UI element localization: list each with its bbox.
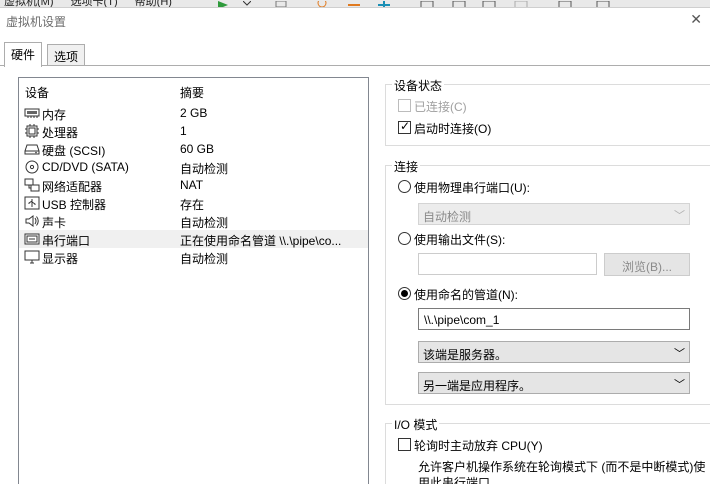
unity-icon[interactable] (482, 0, 496, 7)
device-name: 处理器 (42, 126, 79, 140)
thumbnail-icon[interactable] (596, 0, 610, 7)
io-mode-title: I/O 模式 (392, 416, 440, 433)
fullscreen-icon[interactable] (452, 0, 466, 7)
chevron-down-icon: ﹀ (674, 210, 685, 222)
dialog-titlebar: 虚拟机设置 ✕ (0, 8, 710, 33)
dialog-title: 虚拟机设置 (6, 15, 67, 29)
checkmark-icon: ✓ (400, 119, 411, 133)
pipe-name-value: \\.\pipe\com_1 (424, 313, 500, 327)
device-name: 声卡 (42, 216, 67, 230)
pipe-name-input[interactable]: \\.\pipe\com_1 (418, 308, 690, 330)
cpu-icon (24, 124, 40, 138)
device-name: CD/DVD (SATA) (42, 160, 129, 174)
device-row-memory[interactable]: 内存 2 GB (19, 104, 368, 122)
connection-title: 连接 (392, 158, 421, 175)
tab-hardware[interactable]: 硬件 (4, 42, 43, 67)
usb-icon (24, 196, 40, 210)
physical-port-value: 自动检测 (423, 210, 472, 224)
harddisk-icon (24, 142, 40, 156)
revert-icon[interactable] (316, 0, 327, 7)
device-row-serial-port[interactable]: 串行端口 正在使用命名管道 \\.\pipe\co... (19, 230, 368, 248)
view-icon[interactable] (420, 0, 434, 7)
this-end-value: 该端是服务器。 (423, 348, 508, 362)
dropdown-icon[interactable] (242, 0, 253, 6)
column-device[interactable]: 设备 (25, 84, 49, 101)
device-row-harddisk[interactable]: 硬盘 (SCSI) 60 GB (19, 140, 368, 158)
device-summary: 正在使用命名管道 \\.\pipe\co... (180, 234, 342, 248)
device-row-network-adapter[interactable]: 网络适配器 NAT (19, 176, 368, 194)
device-list-header: 设备 摘要 (19, 78, 368, 100)
close-icon[interactable]: ✕ (690, 11, 702, 28)
device-summary: 自动检测 (180, 252, 229, 266)
yield-cpu-checkbox[interactable] (398, 438, 411, 451)
this-end-select[interactable]: 该端是服务器。 ﹀ (418, 341, 690, 363)
connected-checkbox[interactable] (398, 99, 411, 112)
sound-card-icon (24, 214, 40, 228)
device-name: 显示器 (42, 252, 79, 266)
chevron-down-icon: ﹀ (674, 379, 685, 391)
play-icon[interactable] (216, 0, 228, 7)
manage-snapshots-icon[interactable] (348, 0, 360, 6)
browse-button[interactable]: 浏览(B)... (604, 253, 690, 276)
connected-label: 已连接(C) (414, 100, 467, 114)
device-name: 内存 (42, 108, 67, 122)
device-row-processor[interactable]: 处理器 1 (19, 122, 368, 140)
tab-divider (0, 65, 710, 66)
device-summary: 1 (180, 124, 187, 138)
column-summary[interactable]: 摘要 (180, 84, 204, 101)
device-summary: 60 GB (180, 142, 215, 156)
menu-help[interactable]: 帮助(H) (135, 0, 172, 7)
radio-dot (401, 290, 408, 297)
device-row-cd-dvd[interactable]: CD/DVD (SATA) 自动检测 (19, 158, 368, 176)
device-row-sound-card[interactable]: 声卡 自动检测 (19, 212, 368, 230)
physical-port-radio[interactable] (398, 180, 411, 193)
menu-items: 虚拟机(M) 选项卡(T) 帮助(H) (4, 0, 186, 7)
connection-group: 连接 (385, 158, 710, 405)
memory-icon (24, 106, 40, 120)
output-file-label: 使用输出文件(S): (414, 233, 506, 247)
device-status-title: 设备状态 (392, 77, 445, 94)
network-adapter-icon (24, 178, 40, 192)
snapshot-icon[interactable] (275, 0, 287, 7)
other-end-value: 另一端是应用程序。 (423, 379, 532, 393)
physical-port-select[interactable]: 自动检测 ﹀ (418, 203, 690, 225)
cd-dvd-icon (24, 160, 40, 174)
connect-at-power-on-label: 启动时连接(O) (414, 122, 492, 136)
io-mode-description: 允许客户机操作系统在轮询模式下 (而不是中断模式)使用此串行端口。 (418, 460, 706, 484)
network-icon[interactable] (378, 0, 390, 7)
chevron-down-icon: ﹀ (674, 348, 685, 360)
output-file-radio[interactable] (398, 232, 411, 245)
device-summary: 存在 (180, 198, 205, 212)
device-name: 网络适配器 (42, 180, 103, 194)
serial-port-icon (24, 232, 40, 246)
device-list[interactable]: 设备 摘要 内存 2 GB 处理器 1 硬盘 (SCSI) 60 GB CD/D… (18, 77, 369, 484)
device-summary: 2 GB (180, 106, 208, 120)
yield-cpu-label: 轮询时主动放弃 CPU(Y) (414, 439, 543, 453)
device-name: USB 控制器 (42, 198, 107, 212)
display-icon (24, 250, 40, 264)
tab-strip: 硬件 选项 (0, 42, 710, 67)
device-row-display[interactable]: 显示器 自动检测 (19, 248, 368, 266)
physical-port-label: 使用物理串行端口(U): (414, 181, 530, 195)
menu-tabs[interactable]: 选项卡(T) (71, 0, 118, 7)
console-icon[interactable] (514, 0, 528, 7)
tab-options[interactable]: 选项 (47, 44, 86, 66)
device-row-usb-controller[interactable]: USB 控制器 存在 (19, 194, 368, 212)
connect-at-power-on-checkbox[interactable]: ✓ (398, 119, 411, 134)
device-summary: NAT (180, 178, 204, 192)
device-summary: 自动检测 (180, 162, 229, 176)
output-file-input[interactable] (418, 253, 597, 275)
device-name: 硬盘 (SCSI) (42, 144, 106, 158)
named-pipe-radio[interactable] (398, 287, 411, 300)
menu-vm[interactable]: 虚拟机(M) (4, 0, 54, 7)
other-end-select[interactable]: 另一端是应用程序。 ﹀ (418, 372, 690, 394)
menubar: 虚拟机(M) 选项卡(T) 帮助(H) (0, 0, 710, 8)
device-summary: 自动检测 (180, 216, 229, 230)
named-pipe-label: 使用命名的管道(N): (414, 288, 518, 302)
device-name: 串行端口 (42, 234, 91, 248)
library-icon[interactable] (558, 0, 572, 7)
